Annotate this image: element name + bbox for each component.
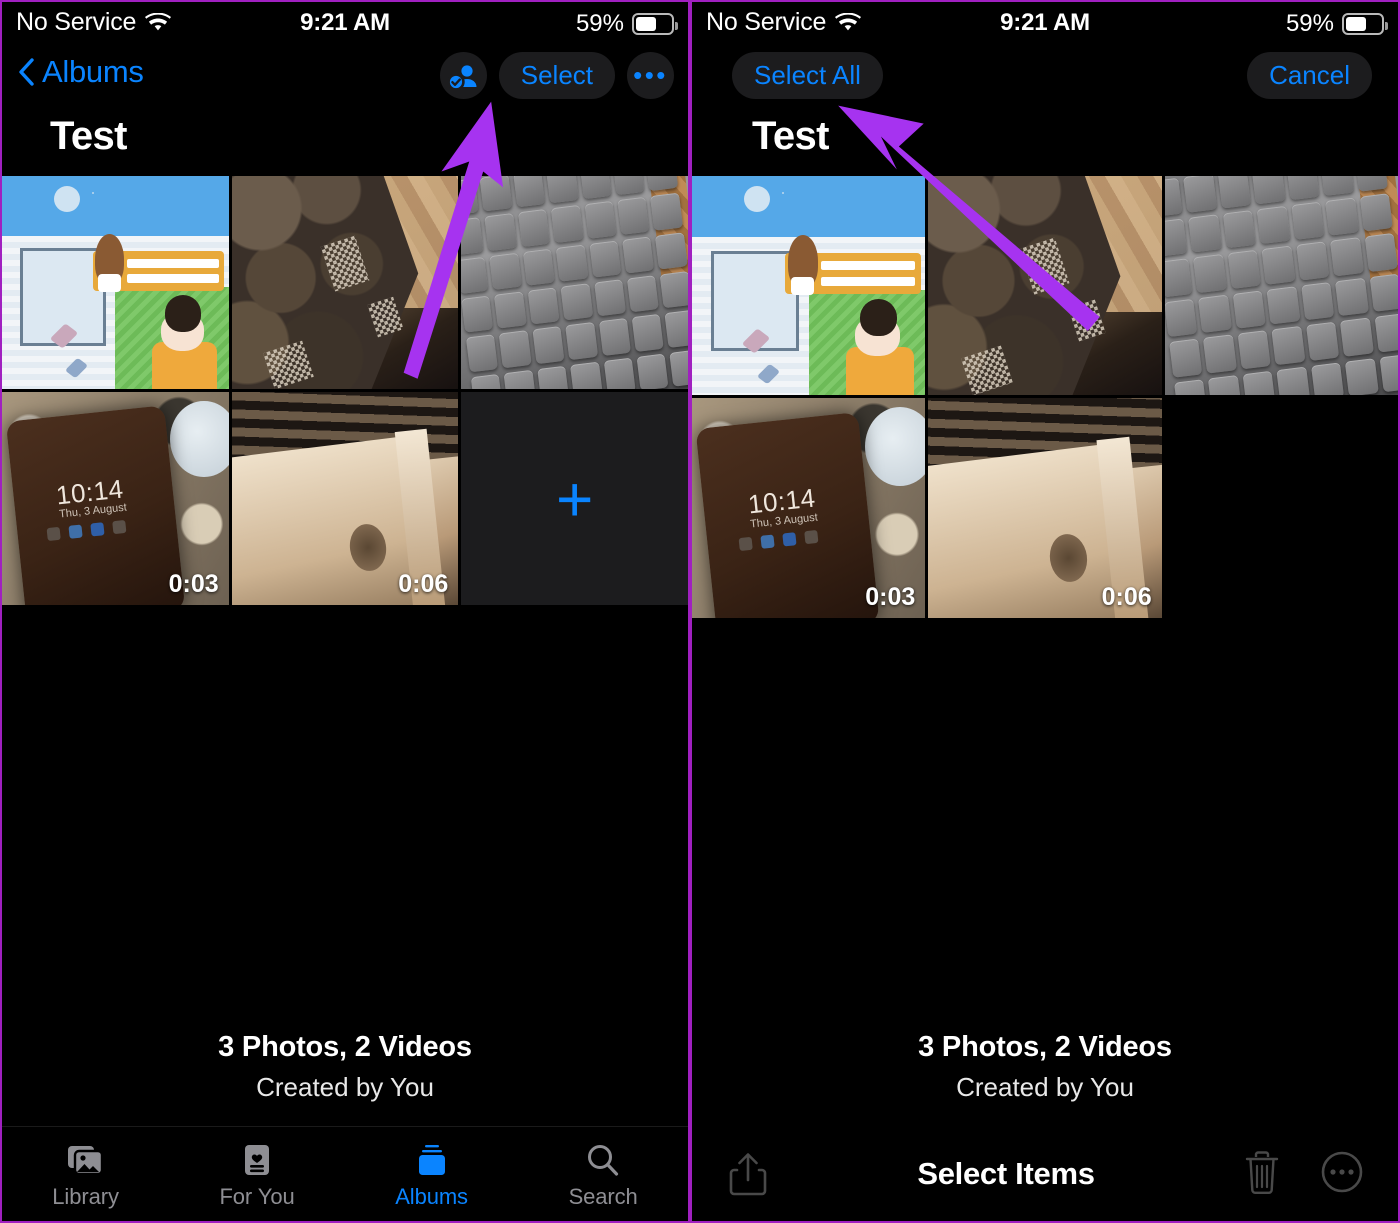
- album-counts-label: 3 Photos, 2 Videos: [918, 1031, 1172, 1063]
- chevron-left-icon: [19, 58, 34, 86]
- battery-percent-label: 59%: [575, 10, 624, 37]
- cancel-button[interactable]: Cancel: [1247, 52, 1372, 99]
- status-right: 59%: [575, 10, 678, 38]
- albums-stack-icon: [412, 1139, 452, 1177]
- album-title: Test: [752, 114, 829, 158]
- battery-percent-label: 59%: [1285, 10, 1334, 37]
- navigation-bar: Albums Select •••: [2, 44, 688, 106]
- video-duration-label: 0:03: [865, 582, 916, 611]
- album-counts-label: 3 Photos, 2 Videos: [218, 1031, 472, 1063]
- thumbnail-image: [231, 176, 459, 390]
- library-photos-icon: [66, 1139, 106, 1177]
- album-meta: 3 Photos, 2 Videos Created by You: [692, 1031, 1398, 1103]
- select-all-label: Select All: [754, 60, 861, 90]
- select-button[interactable]: Select: [498, 52, 615, 99]
- status-bar: No Service 9:21 AM 59%: [692, 2, 1398, 44]
- album-title: Test: [50, 114, 127, 158]
- ellipsis-icon: •••: [633, 59, 668, 90]
- video-duration-label: 0:06: [398, 570, 449, 599]
- screenshot-stage: No Service 9:21 AM 59% Albums Select •••…: [0, 0, 1400, 1223]
- ellipsis-circle-icon[interactable]: [1320, 1150, 1364, 1198]
- search-magnifier-icon: [583, 1139, 623, 1177]
- phone-panel-browse: No Service 9:21 AM 59% Albums Select •••…: [0, 0, 690, 1223]
- back-to-albums-button[interactable]: Albums: [18, 54, 144, 90]
- video-duration-label: 0:06: [1101, 582, 1152, 611]
- phone-panel-selection: No Service 9:21 AM 59% Select All Cancel: [690, 0, 1400, 1223]
- shared-album-person-icon: [447, 64, 477, 91]
- grid-item-game-screenshot[interactable]: [2, 176, 229, 390]
- selection-toolbar: Select Items: [692, 1126, 1398, 1221]
- back-label: Albums: [42, 54, 144, 89]
- shared-album-button[interactable]: [439, 52, 487, 99]
- selection-toolbar-title: Select Items: [917, 1155, 1095, 1191]
- toolbar-right-actions: [1242, 1150, 1364, 1198]
- photo-grid: 10:14 Thu, 3 August 0:03 0:06: [692, 176, 1398, 618]
- photo-grid: 10:14 Thu, 3 August 0:03 0:06 +: [2, 176, 688, 606]
- share-upload-icon[interactable]: [726, 1150, 770, 1198]
- for-you-card-icon: [237, 1139, 277, 1177]
- album-creator-label: Created by You: [956, 1072, 1134, 1102]
- tab-for-you[interactable]: For You: [219, 1139, 295, 1210]
- grid-item-laptop-keyboard-photo[interactable]: [461, 176, 688, 390]
- tab-albums[interactable]: Albums: [395, 1139, 468, 1210]
- tab-label: Albums: [395, 1183, 468, 1209]
- video-duration-label: 0:03: [168, 570, 219, 599]
- navigation-bar: Select All Cancel: [692, 44, 1398, 106]
- grid-item-radiator-video[interactable]: 0:06: [928, 398, 1162, 618]
- tab-library[interactable]: Library: [52, 1139, 119, 1210]
- battery-icon: [632, 13, 678, 35]
- tab-label: For You: [219, 1183, 295, 1209]
- grid-item-game-screenshot[interactable]: [692, 176, 926, 396]
- tab-label: Search: [568, 1183, 638, 1209]
- grid-item-tiled-floor-photo[interactable]: [231, 176, 459, 390]
- nav-right-actions: Select •••: [439, 52, 674, 99]
- grid-item-radiator-video[interactable]: 0:06: [231, 392, 459, 606]
- grid-item-laptop-keyboard-photo[interactable]: [1164, 176, 1398, 396]
- more-options-button[interactable]: •••: [627, 52, 674, 99]
- grid-item-tiled-floor-photo[interactable]: [928, 176, 1162, 396]
- status-right: 59%: [1285, 10, 1388, 38]
- thumbnail-image: [928, 176, 1162, 396]
- empty-grid-slot: [1164, 398, 1398, 618]
- select-button-label: Select: [520, 60, 593, 90]
- plus-icon: +: [555, 462, 594, 535]
- cancel-label: Cancel: [1269, 60, 1350, 90]
- add-photos-tile[interactable]: +: [461, 392, 688, 606]
- thumbnail-image: [1164, 176, 1398, 396]
- thumbnail-image: [2, 176, 229, 390]
- status-bar: No Service 9:21 AM 59%: [2, 2, 688, 44]
- select-all-button[interactable]: Select All: [732, 52, 883, 99]
- trash-icon[interactable]: [1242, 1150, 1286, 1198]
- battery-icon: [1342, 13, 1388, 35]
- thumbnail-image: [692, 176, 926, 396]
- tab-label: Library: [52, 1183, 119, 1209]
- tab-bar: Library For You Albums Search: [2, 1126, 688, 1221]
- grid-item-phone-video[interactable]: 10:14 Thu, 3 August 0:03: [2, 392, 229, 606]
- tab-search[interactable]: Search: [569, 1139, 638, 1210]
- grid-item-phone-video[interactable]: 10:14 Thu, 3 August 0:03: [692, 398, 926, 618]
- album-creator-label: Created by You: [256, 1072, 434, 1102]
- album-meta: 3 Photos, 2 Videos Created by You: [2, 1031, 688, 1103]
- thumbnail-image: [461, 176, 688, 390]
